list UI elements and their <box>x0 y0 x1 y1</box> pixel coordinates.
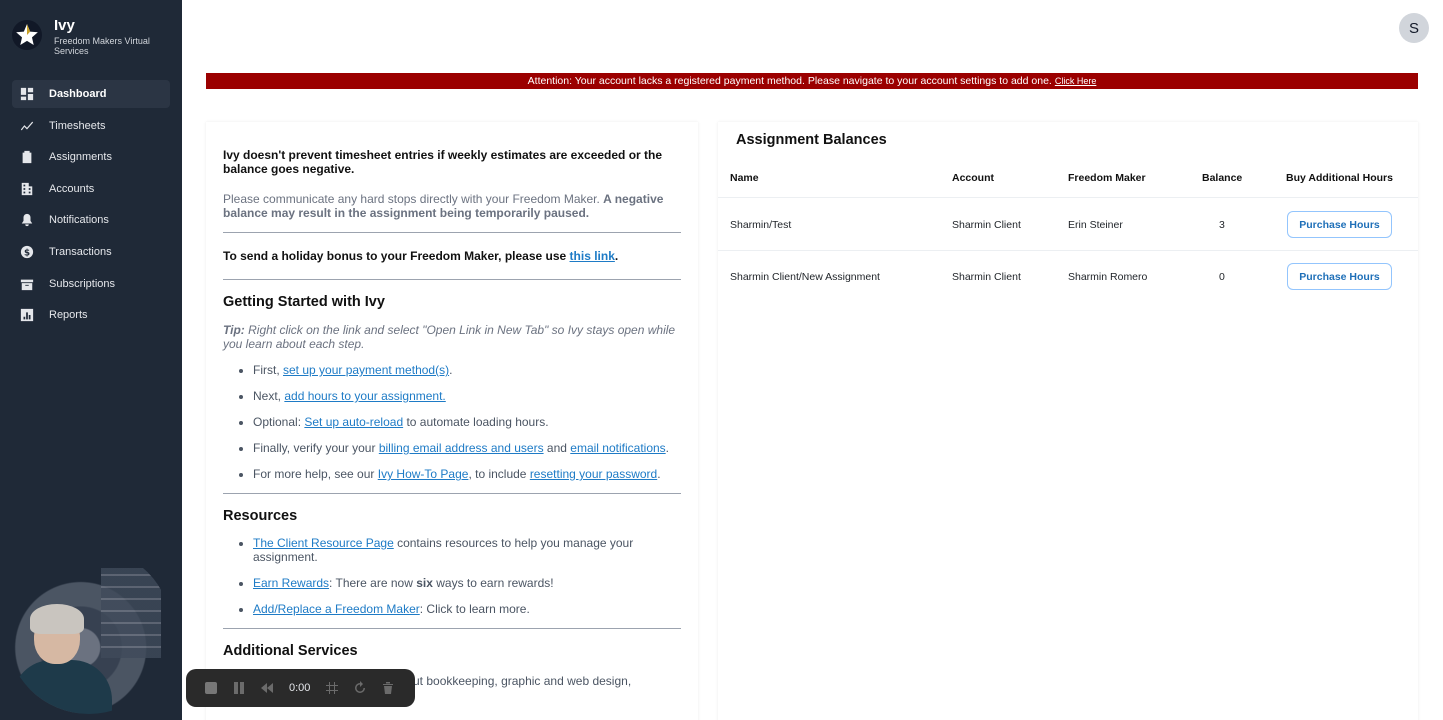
sidebar-item-label: Notifications <box>49 214 109 227</box>
bar-chart-icon <box>20 308 34 322</box>
payment-alert-banner: Attention: Your account lacks a register… <box>206 73 1418 89</box>
email-notifications-link[interactable]: email notifications <box>570 441 665 455</box>
list-item: For more help, see our Ivy How-To Page, … <box>253 467 681 481</box>
assignment-balances-card: Assignment Balances Name Account Freedom… <box>718 122 1418 720</box>
sidebar-item-label: Assignments <box>49 151 112 164</box>
sidebar-item-label: Subscriptions <box>49 277 116 290</box>
additional-services-heading: Additional Services <box>223 643 358 659</box>
getting-started-list: First, set up your payment method(s). Ne… <box>223 363 681 481</box>
star-logo-icon <box>12 20 42 50</box>
resources-heading: Resources <box>223 508 298 524</box>
list-item: Add/Replace a Freedom Maker: Click to le… <box>253 602 681 616</box>
column-header-freedom-maker: Freedom Maker <box>1068 172 1146 184</box>
list-item: Earn Rewards: There are now six ways to … <box>253 576 681 590</box>
dollar-circle-icon: $ <box>20 245 34 259</box>
sidebar-item-timesheets[interactable]: Timesheets <box>12 112 170 140</box>
list-item: First, set up your payment method(s). <box>253 363 681 377</box>
sidebar-item-label: Transactions <box>49 245 112 258</box>
sidebar-nav: Dashboard Timesheets Assignments Account… <box>0 80 182 329</box>
bell-icon <box>20 213 34 227</box>
alert-click-here-link[interactable]: Click Here <box>1055 76 1097 86</box>
column-header-account: Account <box>952 172 994 184</box>
list-item: Next, add hours to your assignment. <box>253 389 681 403</box>
purchase-hours-button[interactable]: Purchase Hours <box>1287 263 1392 290</box>
cell-account: Sharmin Client <box>952 271 1021 283</box>
auto-reload-link[interactable]: Set up auto-reload <box>304 415 403 429</box>
box-icon <box>20 277 34 291</box>
column-header-name: Name <box>730 172 759 184</box>
cell-name: Sharmin/Test <box>730 219 792 231</box>
divider <box>223 628 681 629</box>
sidebar-item-label: Accounts <box>49 182 95 195</box>
cell-name: Sharmin Client/New Assignment <box>730 271 880 283</box>
clipboard-icon <box>20 150 34 164</box>
pause-icon[interactable] <box>231 680 247 696</box>
sidebar-item-notifications[interactable]: Notifications <box>12 206 170 234</box>
restart-icon[interactable] <box>352 680 368 696</box>
tip-text: Tip: Right click on the link and select … <box>223 323 676 351</box>
communicate-note: Please communicate any hard stops direct… <box>223 192 664 220</box>
cell-account: Sharmin Client <box>952 219 1021 231</box>
webcam-bubble[interactable] <box>6 548 172 714</box>
sidebar-item-accounts[interactable]: Accounts <box>12 175 170 203</box>
sidebar: Ivy Freedom Makers Virtual Services Dash… <box>0 0 182 720</box>
chart-line-icon <box>20 119 34 133</box>
sidebar-item-assignments[interactable]: Assignments <box>12 143 170 171</box>
webcam-person-hair <box>30 604 84 634</box>
grid-icon[interactable] <box>324 680 340 696</box>
list-item: Finally, verify your your billing email … <box>253 441 681 455</box>
dashboard-icon <box>20 87 34 101</box>
building-icon <box>20 182 34 196</box>
recording-time: 0:00 <box>289 682 311 694</box>
info-card: Ivy doesn't prevent timesheet entries if… <box>206 122 698 720</box>
payment-method-link[interactable]: set up your payment method(s) <box>283 363 449 377</box>
sidebar-item-reports[interactable]: Reports <box>12 301 170 329</box>
sidebar-item-label: Timesheets <box>49 119 106 132</box>
client-resource-page-link[interactable]: The Client Resource Page <box>253 536 394 550</box>
sidebar-item-transactions[interactable]: $ Transactions <box>12 238 170 266</box>
rewind-icon[interactable] <box>259 680 275 696</box>
alert-message: Attention: Your account lacks a register… <box>527 75 1052 87</box>
cell-freedom-maker: Sharmin Romero <box>1068 271 1148 283</box>
sidebar-item-label: Dashboard <box>49 88 107 100</box>
cell-balance: 3 <box>1219 219 1225 231</box>
cell-balance: 0 <box>1219 271 1225 283</box>
column-header-balance: Balance <box>1202 172 1243 184</box>
row-divider <box>718 197 1418 198</box>
add-replace-maker-link[interactable]: Add/Replace a Freedom Maker <box>253 602 420 616</box>
earn-rewards-link[interactable]: Earn Rewards <box>253 576 329 590</box>
resources-list: The Client Resource Page contains resour… <box>223 536 681 616</box>
sidebar-item-subscriptions[interactable]: Subscriptions <box>12 270 170 298</box>
timesheet-warning: Ivy doesn't prevent timesheet entries if… <box>223 148 663 176</box>
getting-started-heading: Getting Started with Ivy <box>223 294 385 310</box>
row-divider <box>718 250 1418 251</box>
webcam-person <box>12 660 112 714</box>
add-hours-link[interactable]: add hours to your assignment. <box>284 389 445 403</box>
list-item: Optional: Set up auto-reload to automate… <box>253 415 681 429</box>
holiday-bonus-note: To send a holiday bonus to your Freedom … <box>223 249 619 263</box>
bonus-link[interactable]: this link <box>570 249 615 263</box>
reset-password-link[interactable]: resetting your password <box>530 467 657 481</box>
webcam-background <box>101 568 161 658</box>
svg-text:$: $ <box>24 248 30 258</box>
brand-name: Ivy <box>54 17 75 34</box>
brand-subtitle: Freedom Makers Virtual Services <box>54 36 150 56</box>
cell-freedom-maker: Erin Steiner <box>1068 219 1123 231</box>
divider <box>223 493 681 494</box>
column-header-buy-hours: Buy Additional Hours <box>1286 172 1393 184</box>
divider <box>223 279 681 280</box>
user-avatar[interactable]: S <box>1399 13 1429 43</box>
trash-icon[interactable] <box>380 680 396 696</box>
recorder-toolbar: 0:00 <box>186 669 415 707</box>
assignment-balances-heading: Assignment Balances <box>736 132 887 148</box>
billing-email-link[interactable]: billing email address and users <box>379 441 544 455</box>
purchase-hours-button[interactable]: Purchase Hours <box>1287 211 1392 238</box>
sidebar-item-label: Reports <box>49 309 88 322</box>
list-item: The Client Resource Page contains resour… <box>253 536 681 564</box>
divider <box>223 232 681 233</box>
stop-icon[interactable] <box>203 680 219 696</box>
sidebar-item-dashboard[interactable]: Dashboard <box>12 80 170 108</box>
brand[interactable]: Ivy Freedom Makers Virtual Services <box>0 0 182 76</box>
how-to-page-link[interactable]: Ivy How-To Page <box>378 467 469 481</box>
